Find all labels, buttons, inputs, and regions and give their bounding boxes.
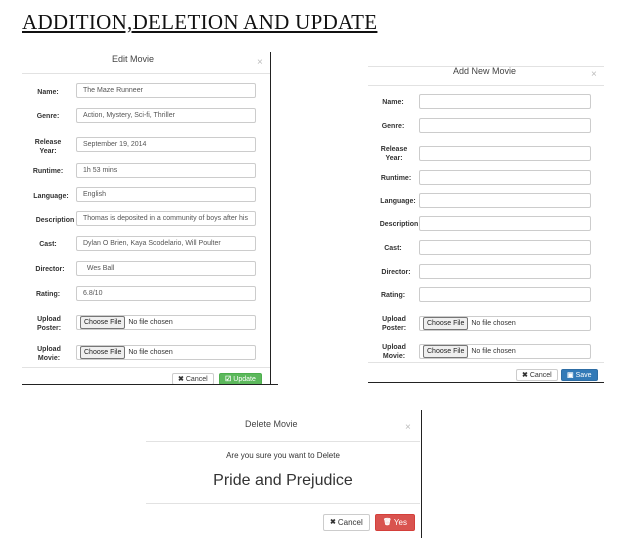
description-label: Description xyxy=(379,221,419,228)
language-label: Language: xyxy=(380,198,416,205)
description-label: Description xyxy=(35,217,75,224)
cast-label: Cast: xyxy=(39,241,57,248)
poster-file-input[interactable]: Choose File No file chosen xyxy=(76,315,256,330)
modal-title: Delete Movie xyxy=(245,419,298,429)
language-field[interactable]: English xyxy=(76,187,256,202)
choose-file-button[interactable]: Choose File xyxy=(423,317,469,330)
genre-field[interactable] xyxy=(419,118,591,133)
edge-line xyxy=(270,52,271,384)
cancel-label: Cancel xyxy=(185,375,208,383)
name-field[interactable]: The Maze Runneer xyxy=(76,83,256,98)
yes-label: Yes xyxy=(393,518,407,527)
upload-movie-label: Upload Movie: xyxy=(382,344,406,360)
save-icon: ▣ xyxy=(567,371,574,379)
upload-movie-label: Upload Movie: xyxy=(37,346,61,362)
genre-label: Genre: xyxy=(36,113,60,120)
movie-file-input[interactable]: Choose File No file chosen xyxy=(76,345,256,360)
director-field[interactable]: Wes Ball xyxy=(76,261,256,276)
close-icon: ✖ xyxy=(178,375,184,383)
close-icon[interactable]: × xyxy=(257,58,263,68)
cast-label: Cast: xyxy=(384,245,402,252)
rating-field[interactable]: 6.8/10 xyxy=(76,286,256,301)
modal-footer-divider xyxy=(22,367,270,368)
release-year-label: Release Year: xyxy=(380,146,408,162)
language-label: Language: xyxy=(33,193,69,200)
release-year-field[interactable]: September 19, 2014 xyxy=(76,137,256,152)
no-file-text: No file chosen xyxy=(128,319,173,326)
modal-title: Edit Movie xyxy=(112,54,155,64)
modal-header-divider xyxy=(22,73,270,74)
close-icon[interactable]: × xyxy=(405,423,411,433)
no-file-text: No file chosen xyxy=(471,320,516,327)
modal-header-divider xyxy=(368,85,604,86)
genre-label: Genre: xyxy=(381,123,405,130)
modal-footer-divider xyxy=(368,362,604,363)
name-field[interactable] xyxy=(419,94,591,109)
no-file-text: No file chosen xyxy=(471,348,516,355)
movie-title: Pride and Prejudice xyxy=(213,472,353,489)
check-square-icon: ☑ xyxy=(225,375,232,383)
director-label: Director: xyxy=(35,266,65,273)
cancel-label: Cancel xyxy=(529,371,552,379)
director-field[interactable] xyxy=(419,264,591,279)
movie-file-input[interactable]: Choose File No file chosen xyxy=(419,344,591,359)
cancel-button[interactable]: ✖ Cancel xyxy=(516,369,558,381)
edge-line xyxy=(368,382,604,383)
no-file-text: No file chosen xyxy=(128,349,173,356)
close-icon: ✖ xyxy=(330,519,336,526)
cast-field[interactable] xyxy=(419,240,591,255)
modal-footer-divider xyxy=(146,503,420,504)
runtime-field[interactable]: 1h 53 mins xyxy=(76,163,256,178)
edge-line xyxy=(22,384,278,385)
save-label: Save xyxy=(575,371,592,379)
upload-poster-label: Upload Poster: xyxy=(381,316,407,332)
release-year-label: Release Year: xyxy=(34,139,62,155)
description-field[interactable]: Thomas is deposited in a community of bo… xyxy=(76,211,256,226)
name-label: Name: xyxy=(37,89,59,96)
runtime-field[interactable] xyxy=(419,170,591,185)
choose-file-button[interactable]: Choose File xyxy=(80,316,126,329)
trash-icon: 🗑 xyxy=(383,519,392,526)
cancel-button[interactable]: ✖ Cancel xyxy=(323,514,370,531)
rating-label: Rating: xyxy=(35,291,61,298)
name-label: Name: xyxy=(382,99,404,106)
update-label: Update xyxy=(233,375,256,383)
cast-field[interactable]: Dylan O Brien, Kaya Scodelario, Will Pou… xyxy=(76,236,256,251)
modal-title: Add New Movie xyxy=(453,66,517,76)
language-field[interactable] xyxy=(419,193,591,208)
modal-header-divider xyxy=(146,441,420,442)
choose-file-button[interactable]: Choose File xyxy=(80,346,126,359)
yes-button[interactable]: 🗑 Yes xyxy=(375,514,415,531)
delete-confirm-text: Are you sure you want to Delete xyxy=(226,451,340,460)
close-icon: ✖ xyxy=(522,371,528,379)
director-label: Director: xyxy=(381,269,411,276)
rating-field[interactable] xyxy=(419,287,591,302)
close-icon[interactable]: × xyxy=(591,70,597,80)
release-year-field[interactable] xyxy=(419,146,591,161)
genre-field[interactable]: Action, Mystery, Sci-fi, Thriller xyxy=(76,108,256,123)
edge-line xyxy=(421,410,422,538)
runtime-label: Runtime: xyxy=(380,175,412,182)
runtime-label: Runtime: xyxy=(32,168,64,175)
choose-file-button[interactable]: Choose File xyxy=(423,345,469,358)
poster-file-input[interactable]: Choose File No file chosen xyxy=(419,316,591,331)
cancel-label: Cancel xyxy=(337,518,363,527)
description-field[interactable] xyxy=(419,216,591,231)
upload-poster-label: Upload Poster: xyxy=(36,316,62,332)
rating-label: Rating: xyxy=(380,292,406,299)
save-button[interactable]: ▣ Save xyxy=(561,369,598,381)
page-title: ADDITION,DELETION AND UPDATE xyxy=(22,10,378,34)
